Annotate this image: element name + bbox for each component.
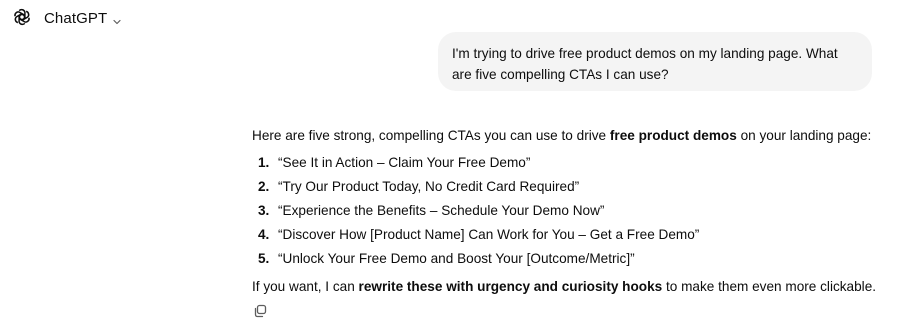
list-item: 1. “See It in Action – Claim Your Free D… <box>252 153 872 177</box>
list-item-text: “Unlock Your Free Demo and Boost Your [O… <box>278 251 635 266</box>
list-item-number: 5. <box>258 251 270 266</box>
list-item-text: “Discover How [Product Name] Can Work fo… <box>278 227 700 242</box>
copy-icon <box>252 303 268 322</box>
list-item-number: 3. <box>258 203 270 218</box>
outro-text: If you want, I can <box>252 279 359 294</box>
chat-window: ChatGPT I'm trying to drive free product… <box>0 0 900 322</box>
list-item: 4. “Discover How [Product Name] Can Work… <box>252 225 872 249</box>
openai-logo-icon[interactable] <box>12 7 32 27</box>
copy-button[interactable] <box>250 303 270 322</box>
header: ChatGPT <box>0 0 900 36</box>
assistant-message: Here are five strong, compelling CTAs yo… <box>252 126 876 297</box>
chevron-down-icon <box>112 14 122 25</box>
list-item: 5. “Unlock Your Free Demo and Boost Your… <box>252 249 872 273</box>
intro-text-end: on your landing page: <box>736 128 872 143</box>
intro-bold-text: free product demos <box>609 128 737 143</box>
model-switcher-button[interactable]: ChatGPT <box>40 6 126 30</box>
list-item-number: 1. <box>258 155 270 170</box>
list-item: 2. “Try Our Product Today, No Credit Car… <box>252 177 872 201</box>
assistant-outro: If you want, I can rewrite these with ur… <box>252 277 876 297</box>
intro-text: Here are five strong, compelling CTAs yo… <box>252 128 610 143</box>
model-name-label: ChatGPT <box>44 9 108 27</box>
list-item-text: “Experience the Benefits – Schedule Your… <box>278 203 605 218</box>
list-item-number: 2. <box>258 179 270 194</box>
user-message-bubble: I'm trying to drive free product demos o… <box>438 32 872 91</box>
user-message-text: I'm trying to drive free product demos o… <box>452 46 838 82</box>
cta-list: 1. “See It in Action – Claim Your Free D… <box>252 153 872 273</box>
assistant-intro: Here are five strong, compelling CTAs yo… <box>252 126 872 146</box>
list-item: 3. “Experience the Benefits – Schedule Y… <box>252 201 872 225</box>
list-item-text: “Try Our Product Today, No Credit Card R… <box>278 179 580 194</box>
outro-text-end: to make them even more clickable. <box>662 279 877 294</box>
list-item-number: 4. <box>258 227 270 242</box>
list-item-text: “See It in Action – Claim Your Free Demo… <box>278 155 531 170</box>
outro-bold-text: rewrite these with urgency and curiosity… <box>358 279 663 294</box>
